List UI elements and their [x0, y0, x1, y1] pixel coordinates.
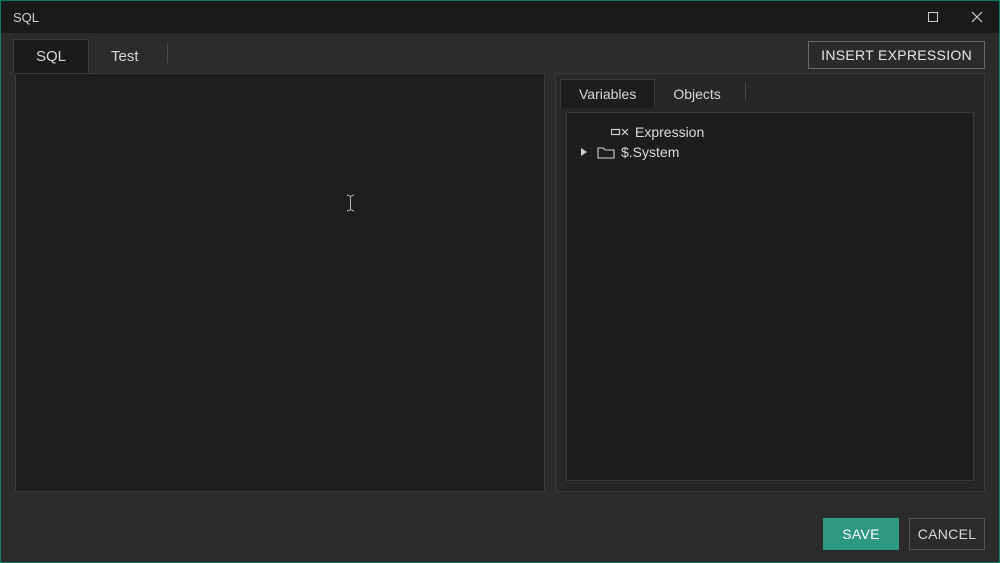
tab-objects[interactable]: Objects	[655, 80, 738, 108]
expand-icon[interactable]	[577, 147, 591, 157]
insert-expression-button[interactable]: INSERT EXPRESSION	[808, 41, 985, 69]
window-title: SQL	[13, 10, 39, 25]
maximize-button[interactable]	[911, 1, 955, 33]
text-cursor-icon	[346, 194, 347, 212]
tab-sql[interactable]: SQL	[13, 39, 89, 73]
tab-test[interactable]: Test	[89, 40, 161, 73]
main-tabs: SQL Test	[13, 33, 168, 73]
tree-node-system[interactable]: $.System	[573, 142, 967, 162]
expression-icon	[611, 125, 629, 139]
save-button[interactable]: SAVE	[823, 518, 899, 550]
tab-separator	[167, 43, 168, 63]
tab-test-label: Test	[111, 48, 139, 65]
content-area: Variables Objects ▶	[1, 73, 999, 506]
tab-variables[interactable]: Variables	[560, 79, 655, 108]
side-tabs: Variables Objects	[556, 74, 984, 108]
sql-editor[interactable]	[15, 73, 545, 492]
tree-node-expression[interactable]: ▶ Expression	[573, 121, 967, 142]
cancel-button[interactable]: CANCEL	[909, 518, 985, 550]
folder-icon	[597, 145, 615, 159]
save-button-label: SAVE	[842, 526, 880, 542]
tab-variables-label: Variables	[579, 86, 636, 102]
tab-objects-label: Objects	[673, 86, 720, 102]
window-controls	[911, 1, 999, 33]
tree-node-label: $.System	[621, 144, 679, 160]
side-panel: Variables Objects ▶	[555, 73, 985, 492]
dialog-footer: SAVE CANCEL	[1, 506, 999, 562]
close-button[interactable]	[955, 1, 999, 33]
sql-dialog-window: SQL SQL Test INSERT EXPRESSION	[0, 0, 1000, 563]
variables-tree: ▶ Expression	[566, 112, 974, 481]
insert-expression-label: INSERT EXPRESSION	[821, 47, 972, 63]
tab-sql-label: SQL	[36, 48, 66, 65]
tree-node-label: Expression	[635, 124, 704, 140]
top-toolbar: SQL Test INSERT EXPRESSION	[1, 33, 999, 73]
cancel-button-label: CANCEL	[918, 526, 977, 542]
titlebar: SQL	[1, 1, 999, 33]
side-tab-separator	[745, 82, 746, 100]
